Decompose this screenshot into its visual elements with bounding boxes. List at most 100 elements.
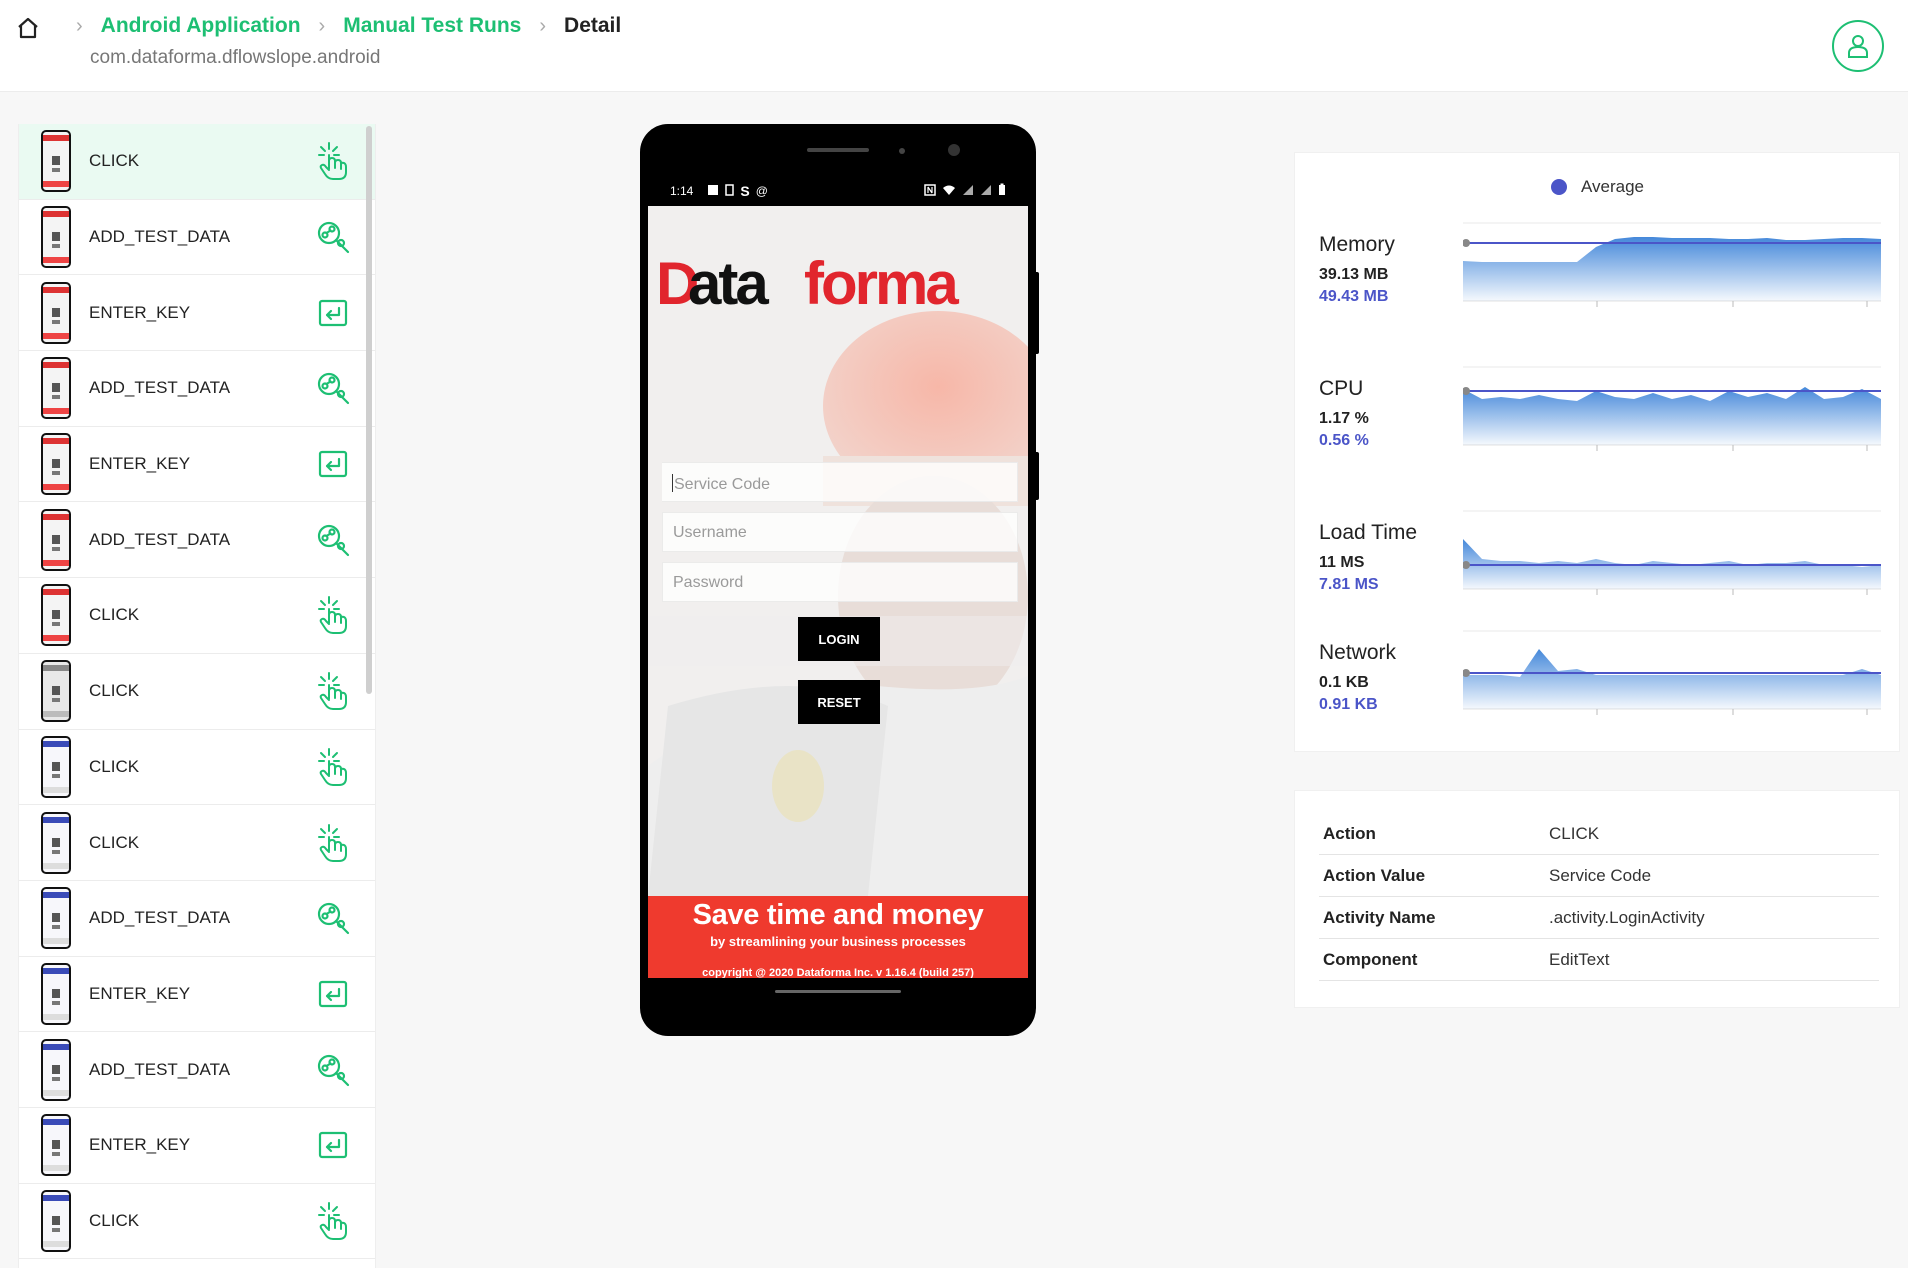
step-item[interactable]: CLICK xyxy=(19,805,375,881)
detail-row-component: Component EditText xyxy=(1319,939,1879,981)
tap-icon xyxy=(315,1201,351,1241)
network-sparkline xyxy=(1463,630,1881,715)
step-screenshot-thumbnail xyxy=(41,130,71,193)
step-item[interactable]: ADD_TEST_DATA xyxy=(19,1032,375,1108)
at-icon: @ xyxy=(755,184,768,198)
step-screenshot-thumbnail xyxy=(41,508,71,571)
status-time: 1:14 xyxy=(670,184,694,198)
device-screen: D ata forma Service Code Username Passwo… xyxy=(648,206,1028,978)
step-label: CLICK xyxy=(89,832,140,852)
breadcrumb-manual-test-runs[interactable]: Manual Test Runs xyxy=(343,14,521,38)
detail-row-activity-name: Activity Name .activity.LoginActivity xyxy=(1319,897,1879,939)
reset-button[interactable]: RESET xyxy=(798,680,880,724)
signal-icon xyxy=(980,184,992,199)
step-item[interactable]: ENTER_KEY xyxy=(19,957,375,1033)
metric-memory-average: 49.43 MB xyxy=(1319,288,1389,305)
service-code-placeholder: Service Code xyxy=(674,476,771,493)
breadcrumb-detail: Detail xyxy=(564,14,622,37)
cpu-sparkline xyxy=(1463,366,1881,451)
username-input[interactable]: Username xyxy=(662,512,1018,552)
metric-load-time-label: Load Time xyxy=(1319,521,1418,544)
device-frame: 1:14 S @ D ata forma Service Code Userna… xyxy=(640,124,1036,1036)
detail-value: CLICK xyxy=(1549,823,1600,843)
step-label: CLICK xyxy=(89,756,140,776)
chevron-right-icon: › xyxy=(76,14,83,37)
memory-sparkline xyxy=(1463,222,1881,307)
metric-memory-label: Memory xyxy=(1319,233,1395,256)
dataforma-logo: D ata forma xyxy=(656,250,962,316)
service-code-input[interactable]: Service Code xyxy=(662,462,1018,502)
step-label: CLICK xyxy=(89,1210,140,1230)
step-label: ADD_TEST_DATA xyxy=(89,227,231,247)
metric-network-label: Network xyxy=(1319,641,1397,664)
step-label: CLICK xyxy=(89,151,140,171)
login-button[interactable]: LOGIN xyxy=(798,617,880,661)
password-input[interactable]: Password xyxy=(662,562,1018,602)
step-item[interactable]: CLICK xyxy=(19,1184,375,1260)
step-label: ENTER_KEY xyxy=(89,1135,191,1155)
metric-memory-current: 39.13 MB xyxy=(1319,266,1389,283)
step-label: ADD_TEST_DATA xyxy=(89,908,231,928)
step-item[interactable]: CLICK xyxy=(19,654,375,730)
metric-cpu-average: 0.56 % xyxy=(1319,432,1369,449)
chevron-right-icon: › xyxy=(318,14,326,37)
detail-value: Service Code xyxy=(1549,865,1652,885)
step-screenshot-thumbnail xyxy=(41,1038,71,1101)
device-status-bar: 1:14 S @ xyxy=(650,176,1026,206)
step-item[interactable]: ENTER_KEY xyxy=(19,275,375,352)
step-label: ENTER_KEY xyxy=(89,302,191,322)
tap-icon xyxy=(315,823,351,863)
step-details-card: Action CLICK Action Value Service Code A… xyxy=(1294,790,1900,1008)
step-screenshot-thumbnail xyxy=(41,1114,71,1177)
detail-key: Component xyxy=(1323,949,1418,969)
phone-camera xyxy=(948,144,960,156)
wifi-icon xyxy=(942,184,956,199)
enter-key-icon xyxy=(315,293,351,333)
user-icon xyxy=(1848,35,1868,58)
chart-legend: Average xyxy=(1551,177,1644,197)
step-label: ENTER_KEY xyxy=(89,454,191,474)
promo-banner: Save time and money by streamlining your… xyxy=(648,896,1028,978)
metric-load-time-current: 11 MS xyxy=(1319,554,1365,571)
step-screenshot-thumbnail xyxy=(41,584,71,647)
tap-icon xyxy=(315,595,351,635)
s-app-icon: S xyxy=(740,183,750,199)
phone-speaker xyxy=(807,148,869,152)
signal-icon xyxy=(962,184,974,199)
step-screenshot-thumbnail xyxy=(41,281,71,344)
step-item[interactable]: CLICK xyxy=(19,730,375,806)
step-screenshot-thumbnail xyxy=(41,1189,71,1252)
banner-subtitle: by streamlining your business processes xyxy=(710,934,966,949)
detail-value: .activity.LoginActivity xyxy=(1549,907,1705,927)
step-screenshot-thumbnail xyxy=(41,357,71,420)
password-placeholder: Password xyxy=(673,574,744,591)
metric-network-current: 0.1 KB xyxy=(1319,674,1369,691)
step-item[interactable]: ADD_TEST_DATA xyxy=(19,881,375,957)
metric-network-average: 0.91 KB xyxy=(1319,696,1378,713)
username-placeholder: Username xyxy=(673,524,747,541)
add-data-icon xyxy=(315,520,351,560)
step-label: ADD_TEST_DATA xyxy=(89,1059,231,1079)
tap-icon xyxy=(315,141,351,181)
user-avatar[interactable] xyxy=(1832,20,1884,72)
step-item[interactable]: CLICK xyxy=(19,578,375,654)
chevron-right-icon: › xyxy=(539,14,547,37)
svg-text:forma: forma xyxy=(804,250,959,316)
step-item[interactable]: ENTER_KEY xyxy=(19,1108,375,1184)
step-item[interactable]: ADD_TEST_DATA xyxy=(19,351,375,427)
step-list-scrollbar[interactable] xyxy=(366,126,372,694)
step-label: ENTER_KEY xyxy=(89,983,191,1003)
step-screenshot-thumbnail xyxy=(41,206,71,269)
home-icon[interactable] xyxy=(16,16,40,40)
breadcrumb-android-application[interactable]: Android Application xyxy=(101,14,301,38)
step-item[interactable]: CLICK xyxy=(19,124,375,200)
step-screenshot-thumbnail xyxy=(41,962,71,1025)
metric-cpu-label: CPU xyxy=(1319,377,1364,400)
step-item[interactable]: ADD_TEST_DATA xyxy=(19,502,375,579)
banner-copyright: copyright @ 2020 Dataforma Inc. v 1.16.4… xyxy=(702,967,974,978)
detail-key: Activity Name xyxy=(1323,907,1436,927)
sim-icon xyxy=(725,183,735,199)
step-item[interactable]: ADD_TEST_DATA xyxy=(19,200,375,276)
step-item[interactable]: ENTER_KEY xyxy=(19,427,375,503)
test-step-list: CLICK ADD_TEST_DATA ENTER_KEY ADD_TEST_DATA… xyxy=(18,124,376,1268)
